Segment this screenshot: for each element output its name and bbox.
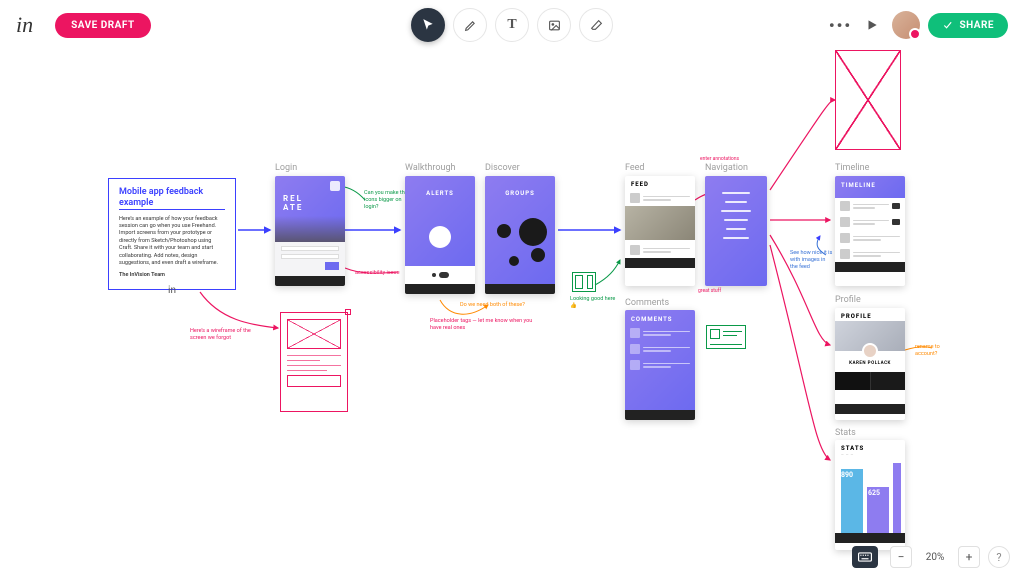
intro-card: Mobile app feedback example Here’s an ex… <box>108 178 236 290</box>
screen-comments[interactable]: COMMENTS <box>625 310 695 420</box>
stats-b: 625 <box>868 489 880 497</box>
screen-profile[interactable]: PROFILE KAREN POLLACK <box>835 308 905 420</box>
label-profile: Profile <box>835 295 861 305</box>
image-tool[interactable] <box>537 8 571 42</box>
invision-logo: in <box>16 12 33 38</box>
screen-timeline[interactable]: TIMELINE <box>835 176 905 286</box>
note-sketch: Here’s a wireframe of the screen we forg… <box>190 328 268 342</box>
label-discover: Discover <box>485 163 520 173</box>
note-feed-box <box>572 272 596 292</box>
eraser-tool[interactable] <box>579 8 613 42</box>
note-timeline-blue: See how nice it is with images in the fe… <box>790 250 834 271</box>
comment-annotation <box>706 325 746 349</box>
walkthrough-title: ALERTS <box>405 176 475 197</box>
label-stats: Stats <box>835 428 856 438</box>
wireframe-large <box>835 50 901 150</box>
note-login-pink: accessibility issue <box>355 270 405 277</box>
comments-title: COMMENTS <box>625 310 695 325</box>
pencil-tool[interactable] <box>453 8 487 42</box>
invision-mark: in <box>119 285 225 296</box>
note-feed-green: Looking good here 👍 <box>570 296 618 310</box>
sketch-wireframe <box>280 312 348 412</box>
note-profile-orange: rename to account? <box>915 344 963 358</box>
screen-discover[interactable]: GROUPS <box>485 176 555 294</box>
label-timeline: Timeline <box>835 163 869 173</box>
discover-title: GROUPS <box>485 176 555 197</box>
stats-a: 890 <box>841 471 853 479</box>
stats-title: STATS <box>835 440 905 453</box>
label-feed: Feed <box>625 163 645 173</box>
note-nav-pink2: great stuff <box>698 288 748 295</box>
help-button[interactable]: ? <box>988 546 1010 568</box>
screen-walkthrough[interactable]: ALERTS <box>405 176 475 294</box>
label-navigation: Navigation <box>705 163 748 173</box>
label-login: Login <box>275 163 297 173</box>
profile-title: PROFILE <box>835 308 905 321</box>
intro-title: Mobile app feedback example <box>119 187 225 210</box>
zoom-out-button[interactable]: − <box>890 546 912 568</box>
note-nav-pink: enter annotations <box>700 156 750 163</box>
share-label: SHARE <box>959 20 994 31</box>
toolbar: T <box>411 8 613 42</box>
intro-team: The InVision Team <box>119 272 225 279</box>
save-draft-button[interactable]: SAVE DRAFT <box>55 13 151 38</box>
zoom-level: 20% <box>920 552 950 563</box>
note-discover-orange: Do we need both of these? <box>460 302 530 309</box>
zoom-bar: − 20% + ? <box>852 546 1010 568</box>
intro-body: Here’s an example of how your feedback s… <box>119 216 225 268</box>
screen-navigation[interactable] <box>705 176 767 286</box>
share-button[interactable]: SHARE <box>928 13 1008 38</box>
note-discover-pink: Placeholder tags — let me know when you … <box>430 318 540 332</box>
more-icon[interactable]: ••• <box>828 16 852 35</box>
feed-title: FEED <box>625 176 695 190</box>
avatar[interactable] <box>892 11 920 39</box>
timeline-title: TIMELINE <box>835 176 905 191</box>
zoom-in-button[interactable]: + <box>958 546 980 568</box>
text-tool[interactable]: T <box>495 8 529 42</box>
screen-login[interactable]: REL ATE <box>275 176 345 286</box>
label-comments: Comments <box>625 298 669 308</box>
keyboard-icon[interactable] <box>852 546 878 568</box>
topbar: in SAVE DRAFT T ••• SHARE <box>0 0 1024 50</box>
pointer-tool[interactable] <box>411 8 445 42</box>
play-button[interactable] <box>860 18 884 32</box>
screen-feed[interactable]: FEED <box>625 176 695 286</box>
freehand-canvas[interactable]: Mobile app feedback example Here’s an ex… <box>0 50 1024 578</box>
screen-stats[interactable]: STATS ——— 890 625 <box>835 440 905 550</box>
profile-name: KAREN POLLACK <box>835 361 905 366</box>
label-walkthrough: Walkthrough <box>405 163 455 173</box>
